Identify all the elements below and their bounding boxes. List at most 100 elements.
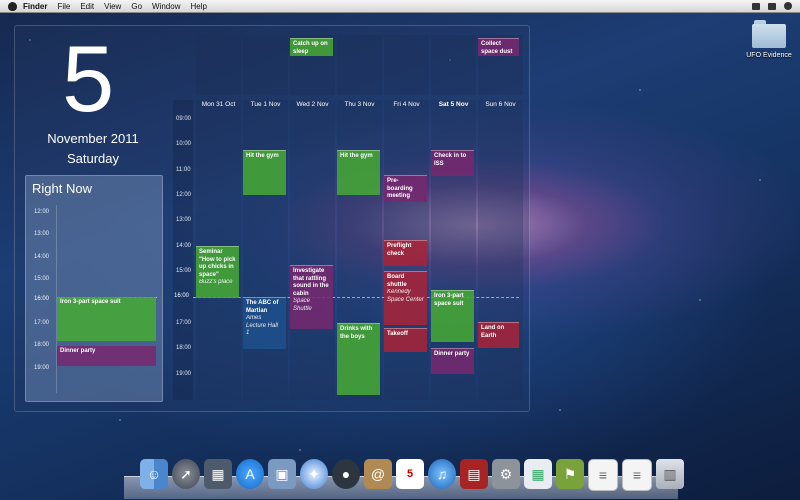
menu-edit[interactable]: Edit <box>80 2 94 11</box>
mission-control-icon[interactable]: ▦ <box>204 459 232 489</box>
event-title: Seminar "How to pick up chicks in space" <box>199 249 236 278</box>
dock: ☺ ➚ ▦ A ▣ ✦ ● @ 5 ♫ ▤ ⚙ ▦ ⚑ ≡ ≡ ▥ <box>140 459 684 491</box>
preview-icon[interactable]: ▣ <box>268 459 296 489</box>
day-header: Thu 3 Nov <box>344 101 375 108</box>
event-location: Ames Lecture Hall 1 <box>246 315 279 336</box>
event-title: Drinks with the boys <box>340 326 373 340</box>
calendar-event[interactable]: Land on Earth <box>478 322 519 348</box>
utilities-icon[interactable]: ⚑ <box>556 459 584 489</box>
all-day-cell[interactable] <box>384 35 429 95</box>
all-day-cell[interactable] <box>196 35 241 95</box>
calendar-event[interactable]: Takeoff <box>384 328 427 352</box>
status-menu-icon[interactable] <box>752 2 760 10</box>
day-column[interactable] <box>478 100 523 400</box>
calendar-event[interactable]: Drinks with the boys <box>337 323 380 395</box>
week-time-label: 09:00 <box>176 116 192 122</box>
week-time-label: 10:00 <box>176 141 192 147</box>
desktop-folder[interactable]: UFO Evidence <box>744 20 794 59</box>
all-day-cell[interactable] <box>243 35 288 95</box>
day-header: Fri 4 Nov <box>393 101 420 108</box>
calendar-event[interactable]: Hit the gym <box>337 150 380 195</box>
launchpad-icon[interactable]: ➚ <box>172 459 200 489</box>
all-day-cell[interactable] <box>431 35 476 95</box>
right-now-event[interactable]: Iron 3-part space suit <box>57 297 156 341</box>
event-title: Investigate that rattling sound in the c… <box>293 268 329 297</box>
day-column[interactable] <box>243 100 288 400</box>
menu-file[interactable]: File <box>57 2 70 11</box>
menu-window[interactable]: Window <box>152 2 180 11</box>
event-title: Dinner party <box>60 348 96 354</box>
facetime-icon[interactable]: ● <box>332 459 360 489</box>
calendar-event[interactable]: Preflight check <box>384 240 427 266</box>
calendar-event[interactable]: Seminar "How to pick up chicks in space"… <box>196 246 239 298</box>
system-preferences-icon[interactable]: ⚙ <box>492 459 520 489</box>
calendar-event[interactable]: Check in to ISS <box>431 150 474 176</box>
all-day-cell[interactable] <box>337 35 382 95</box>
week-time-label: 14:00 <box>176 243 192 249</box>
event-title: Preflight check <box>387 243 412 257</box>
desktop-folder-label: UFO Evidence <box>746 52 792 59</box>
event-title: Board shuttle <box>387 274 407 288</box>
event-title: Takeoff <box>387 331 408 337</box>
week-time-label: 12:00 <box>176 192 192 198</box>
week-time-label: 19:00 <box>176 371 192 377</box>
calendar-event[interactable]: Dinner party <box>431 348 474 374</box>
week-time-label: 13:00 <box>176 217 192 223</box>
today-weekday: Saturday <box>66 151 120 166</box>
day-column[interactable] <box>290 100 335 400</box>
ical-icon[interactable]: 5 <box>396 459 424 489</box>
calendar-widget-icon[interactable]: ▦ <box>524 459 552 489</box>
event-title: Catch up on sleep <box>293 41 328 55</box>
document-icon[interactable]: ≡ <box>588 459 618 491</box>
menu-bar: Finder File Edit View Go Window Help <box>0 0 800 13</box>
finder-icon[interactable]: ☺ <box>140 459 168 489</box>
day-header: Sun 6 Nov <box>485 101 516 108</box>
all-day-event[interactable]: Collect space dust <box>478 38 519 56</box>
event-location: Kennedy Space Center <box>387 289 424 303</box>
keyboard-icon[interactable] <box>768 2 776 10</box>
calendar-event[interactable]: Investigate that rattling sound in the c… <box>290 265 333 329</box>
day-header: Mon 31 Oct <box>201 101 236 108</box>
today-month-year: November 2011 <box>47 131 139 146</box>
calendar-event[interactable]: The ABC of Martian Ames Lecture Hall 1 <box>243 297 286 349</box>
spotlight-icon[interactable] <box>784 2 792 10</box>
app-store-icon[interactable]: A <box>236 459 264 489</box>
calendar-event[interactable]: Pre-boarding meeting <box>384 175 427 202</box>
event-title: Hit the gym <box>340 153 373 159</box>
menu-help[interactable]: Help <box>190 2 206 11</box>
right-now-time-label: 15:00 <box>34 276 50 282</box>
menu-view[interactable]: View <box>104 2 121 11</box>
week-current-time-label: 16:00 <box>174 293 190 299</box>
event-title: The ABC of Martian <box>246 300 279 314</box>
event-location: Buzz's place <box>199 279 233 285</box>
menu-go[interactable]: Go <box>131 2 142 11</box>
today-day-number: 5 <box>62 26 115 131</box>
right-now-time-label: 18:00 <box>34 342 50 348</box>
calendar-event[interactable]: Iron 3-part space suit <box>431 290 474 342</box>
all-day-event[interactable]: Catch up on sleep <box>290 38 333 56</box>
calendar-event[interactable]: Board shuttle Kennedy Space Center <box>384 271 427 325</box>
address-book-icon[interactable]: @ <box>364 459 392 489</box>
trash-icon[interactable]: ▥ <box>656 459 684 489</box>
right-now-time-label: 16:00 <box>34 296 50 302</box>
menu-app-name[interactable]: Finder <box>23 2 47 11</box>
right-now-time-label: 14:00 <box>34 254 50 260</box>
week-time-label: 11:00 <box>176 167 191 173</box>
day-header-today: Sat 5 Nov <box>438 101 469 108</box>
calendar-event[interactable]: Hit the gym <box>243 150 286 195</box>
photo-booth-icon[interactable]: ▤ <box>460 459 488 489</box>
right-now-event[interactable]: Dinner party <box>57 346 156 366</box>
event-title: Collect space dust <box>481 41 513 55</box>
event-title: Iron 3-part space suit <box>60 299 121 305</box>
folder-icon <box>752 20 786 48</box>
itunes-icon[interactable]: ♫ <box>428 459 456 489</box>
apple-menu-icon[interactable] <box>8 1 17 11</box>
safari-icon[interactable]: ✦ <box>300 459 328 489</box>
day-header: Wed 2 Nov <box>296 101 329 108</box>
document2-icon[interactable]: ≡ <box>622 459 652 491</box>
right-now-time-label: 17:00 <box>34 320 50 326</box>
event-title: Check in to ISS <box>434 153 467 167</box>
event-title: Land on Earth <box>481 325 505 339</box>
event-title: Dinner party <box>434 351 470 357</box>
right-now-title: Right Now <box>32 181 92 196</box>
